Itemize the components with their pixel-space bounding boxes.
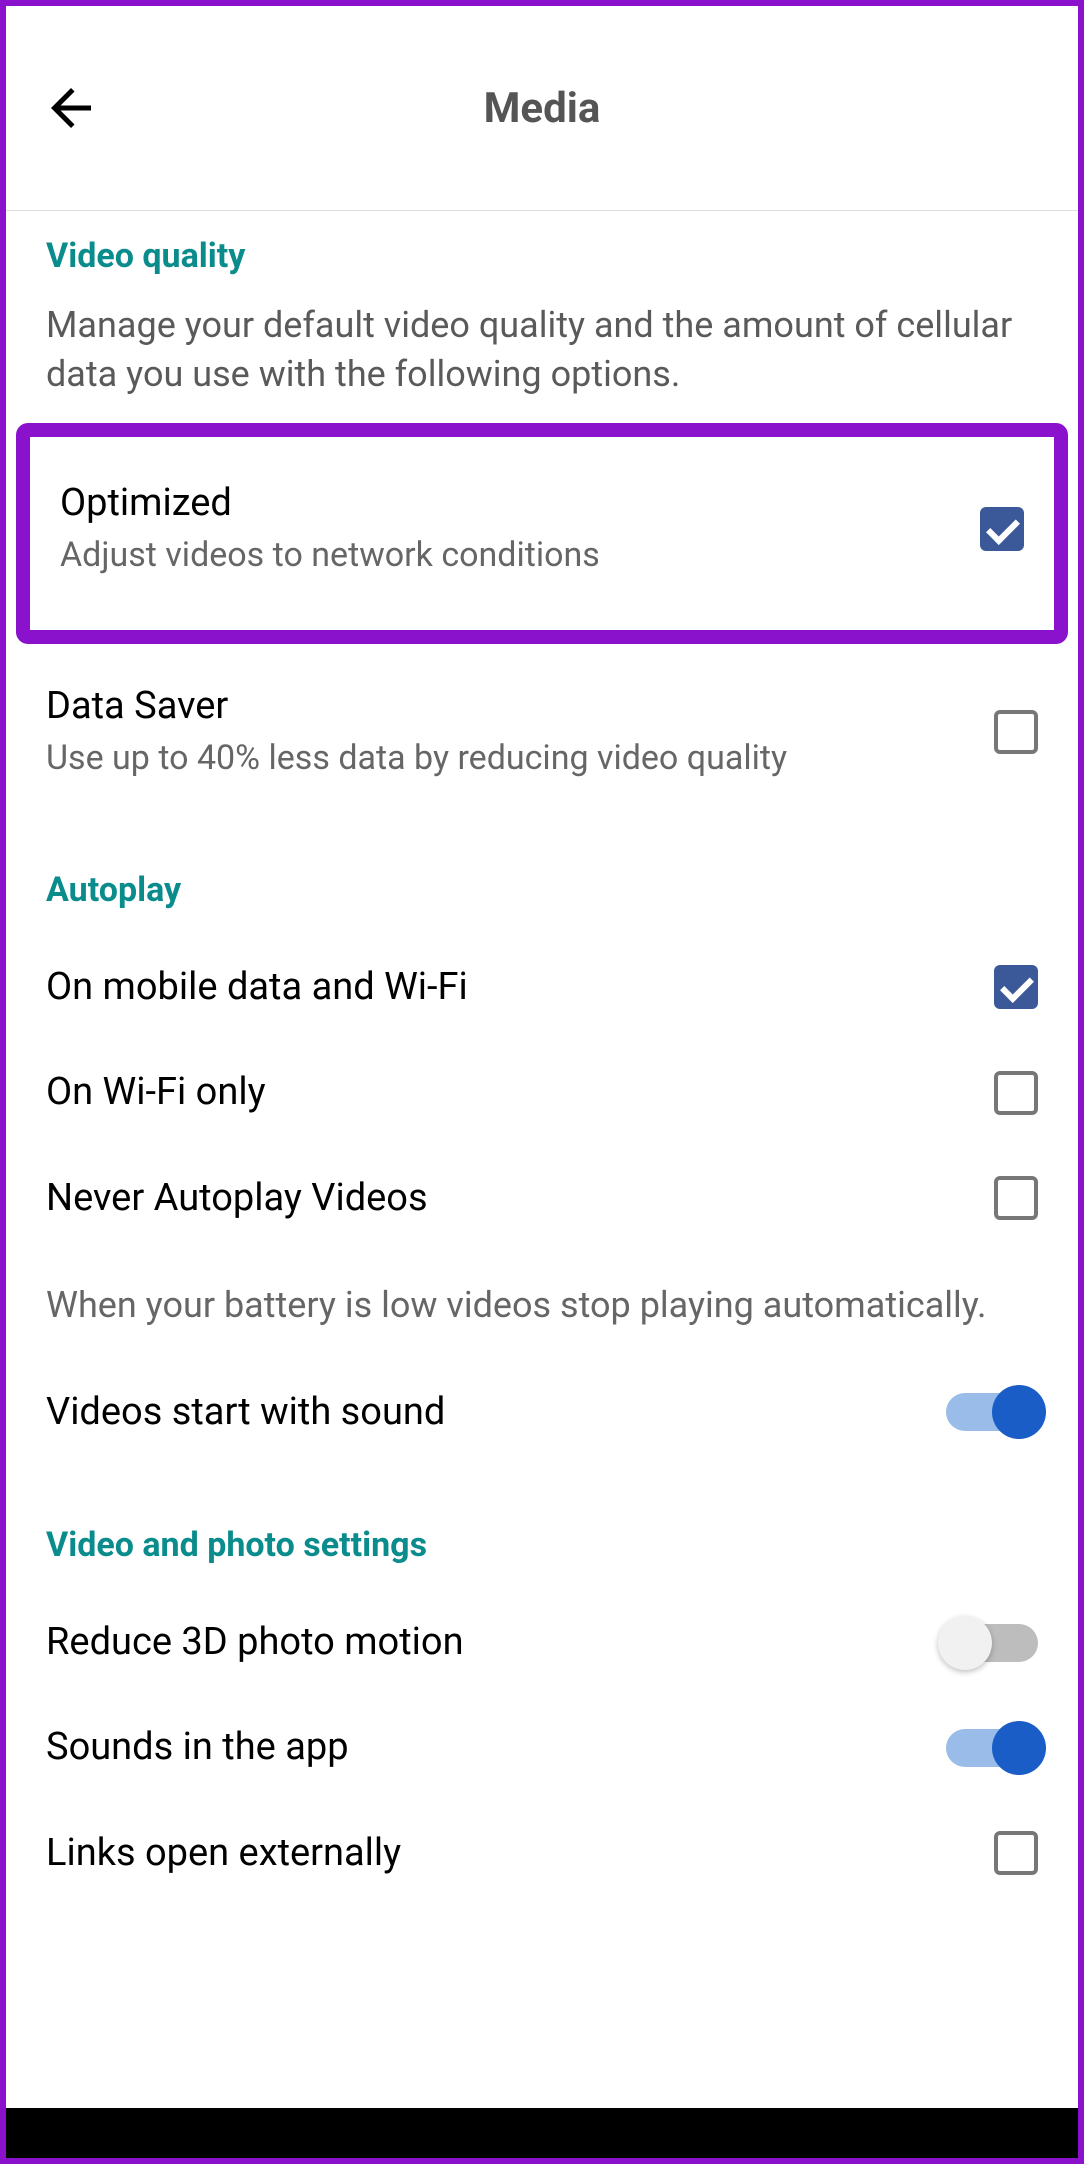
page-title: Media: [484, 84, 601, 133]
row-mobile-wifi[interactable]: On mobile data and Wi-Fi: [46, 935, 1038, 1040]
section-video-quality-description: Manage your default video quality and th…: [46, 301, 1038, 398]
row-text: On Wi-Fi only: [46, 1068, 994, 1117]
arrow-left-icon: [41, 78, 101, 138]
wifi-only-checkbox[interactable]: [994, 1071, 1038, 1115]
sounds-app-toggle[interactable]: [946, 1729, 1038, 1767]
wifi-only-title: On Wi-Fi only: [46, 1068, 974, 1117]
row-text: Optimized Adjust videos to network condi…: [60, 479, 980, 578]
row-data-saver[interactable]: Data Saver Use up to 40% less data by re…: [46, 654, 1038, 809]
links-external-title: Links open externally: [46, 1829, 974, 1878]
links-external-checkbox[interactable]: [994, 1831, 1038, 1875]
data-saver-title: Data Saver: [46, 682, 974, 731]
reduce-3d-title: Reduce 3D photo motion: [46, 1618, 926, 1667]
optimized-subtitle: Adjust videos to network conditions: [60, 533, 960, 579]
toggle-knob: [992, 1721, 1046, 1775]
optimized-title: Optimized: [60, 479, 960, 528]
header-bar: Media: [6, 6, 1078, 211]
mobile-wifi-title: On mobile data and Wi-Fi: [46, 963, 974, 1012]
row-optimized[interactable]: Optimized Adjust videos to network condi…: [60, 461, 1024, 596]
never-autoplay-checkbox[interactable]: [994, 1176, 1038, 1220]
row-never-autoplay[interactable]: Never Autoplay Videos: [46, 1146, 1038, 1251]
videos-sound-title: Videos start with sound: [46, 1388, 926, 1437]
never-autoplay-title: Never Autoplay Videos: [46, 1174, 974, 1223]
row-text: On mobile data and Wi-Fi: [46, 963, 994, 1012]
section-video-quality-header: Video quality: [46, 236, 1038, 276]
row-text: Data Saver Use up to 40% less data by re…: [46, 682, 994, 781]
reduce-3d-toggle[interactable]: [946, 1624, 1038, 1662]
sounds-app-title: Sounds in the app: [46, 1723, 926, 1772]
row-text: Reduce 3D photo motion: [46, 1618, 946, 1667]
row-text: Never Autoplay Videos: [46, 1174, 994, 1223]
row-videos-sound[interactable]: Videos start with sound: [46, 1360, 1038, 1465]
row-text: Links open externally: [46, 1829, 994, 1878]
optimized-checkbox[interactable]: [980, 507, 1024, 551]
mobile-wifi-checkbox[interactable]: [994, 965, 1038, 1009]
autoplay-note: When your battery is low videos stop pla…: [46, 1281, 1038, 1330]
row-reduce-3d[interactable]: Reduce 3D photo motion: [46, 1590, 1038, 1695]
data-saver-subtitle: Use up to 40% less data by reducing vide…: [46, 736, 974, 782]
section-autoplay-header: Autoplay: [46, 870, 1038, 910]
toggle-knob: [992, 1385, 1046, 1439]
data-saver-checkbox[interactable]: [994, 710, 1038, 754]
content: Video quality Manage your default video …: [6, 236, 1078, 1906]
videos-sound-toggle[interactable]: [946, 1393, 1038, 1431]
row-text: Videos start with sound: [46, 1388, 946, 1437]
section-video-photo-header: Video and photo settings: [46, 1525, 1038, 1565]
toggle-knob: [938, 1616, 992, 1670]
back-button[interactable]: [36, 73, 106, 143]
highlighted-optimized: Optimized Adjust videos to network condi…: [16, 423, 1068, 644]
row-sounds-app[interactable]: Sounds in the app: [46, 1695, 1038, 1800]
row-wifi-only[interactable]: On Wi-Fi only: [46, 1040, 1038, 1145]
row-text: Sounds in the app: [46, 1723, 946, 1772]
row-links-external[interactable]: Links open externally: [46, 1801, 1038, 1906]
footer-nav-bar: [6, 2108, 1078, 2158]
